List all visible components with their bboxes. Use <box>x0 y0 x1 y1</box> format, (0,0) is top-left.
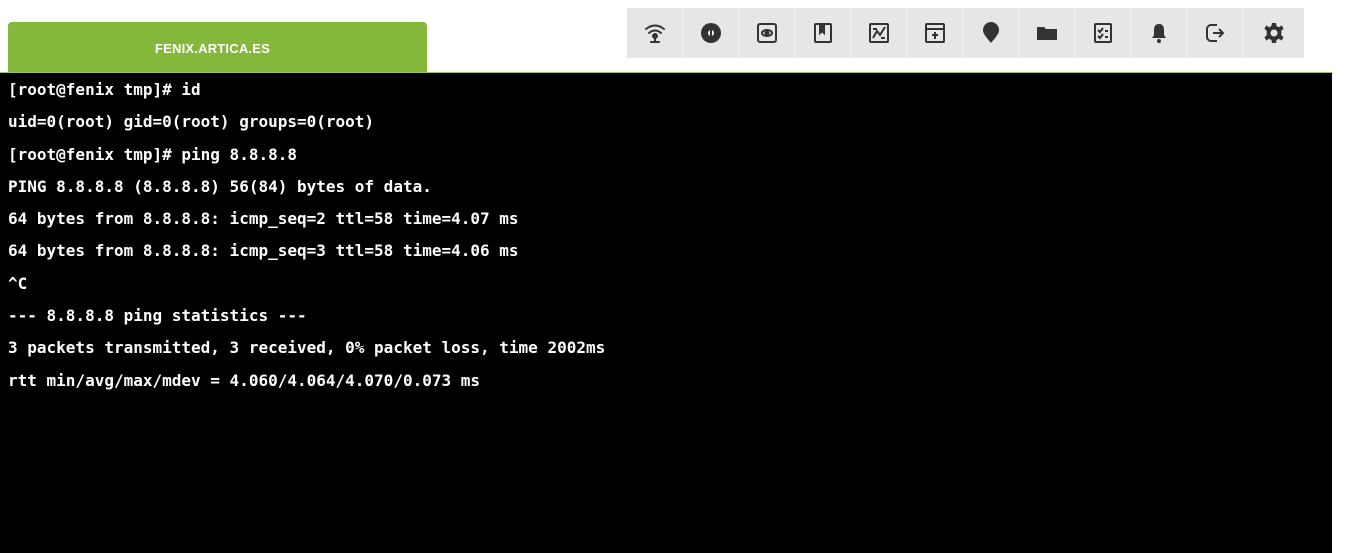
host-tab[interactable]: FENIX.ARTICA.ES <box>8 22 427 72</box>
settings-button[interactable] <box>1243 8 1304 58</box>
bookmark-button[interactable] <box>795 8 851 58</box>
wifi-signal-icon <box>643 21 667 45</box>
map-pin-icon <box>979 21 1003 45</box>
logout-icon <box>1203 21 1227 45</box>
wifi-signal-button[interactable] <box>627 8 683 58</box>
terminal-line: 64 bytes from 8.8.8.8: icmp_seq=2 ttl=58… <box>8 209 519 229</box>
monitor-button[interactable] <box>739 8 795 58</box>
bell-icon <box>1147 21 1171 45</box>
terminal-line: --- 8.8.8.8 ping statistics --- <box>8 306 307 326</box>
notifications-button[interactable] <box>1131 8 1187 58</box>
terminal-console[interactable]: [root@fenix tmp]# id uid=0(root) gid=0(r… <box>0 72 1332 553</box>
terminal-line: [root@fenix tmp]# ping 8.8.8.8 <box>8 144 297 164</box>
chart-button[interactable] <box>851 8 907 58</box>
top-bar: FENIX.ARTICA.ES <box>0 0 1348 72</box>
record-icon <box>699 21 723 45</box>
inbox-icon <box>923 21 947 45</box>
folder-icon <box>1035 21 1059 45</box>
checklist-button[interactable] <box>1075 8 1131 58</box>
map-pin-button[interactable] <box>963 8 1019 58</box>
terminal-line: rtt min/avg/max/mdev = 4.060/4.064/4.070… <box>8 370 481 390</box>
terminal-frame: [root@fenix tmp]# id uid=0(root) gid=0(r… <box>0 72 1348 553</box>
folder-button[interactable] <box>1019 8 1075 58</box>
terminal-line: PING 8.8.8.8 (8.8.8.8) 56(84) bytes of d… <box>8 176 432 196</box>
record-button[interactable] <box>683 8 739 58</box>
inbox-button[interactable] <box>907 8 963 58</box>
logout-button[interactable] <box>1187 8 1243 58</box>
monitor-icon <box>755 21 779 45</box>
chart-icon <box>867 21 891 45</box>
terminal-line: 64 bytes from 8.8.8.8: icmp_seq=3 ttl=58… <box>8 241 519 261</box>
bookmark-icon <box>811 21 835 45</box>
toolbar <box>627 8 1304 58</box>
terminal-line: 3 packets transmitted, 3 received, 0% pa… <box>8 338 606 358</box>
host-label: FENIX.ARTICA.ES <box>155 40 270 56</box>
gear-icon <box>1262 21 1286 45</box>
terminal-line: ^C <box>8 273 28 293</box>
terminal-line: uid=0(root) gid=0(root) groups=0(root) <box>8 112 375 132</box>
terminal-line: [root@fenix tmp]# id <box>8 80 201 99</box>
checklist-icon <box>1091 21 1115 45</box>
